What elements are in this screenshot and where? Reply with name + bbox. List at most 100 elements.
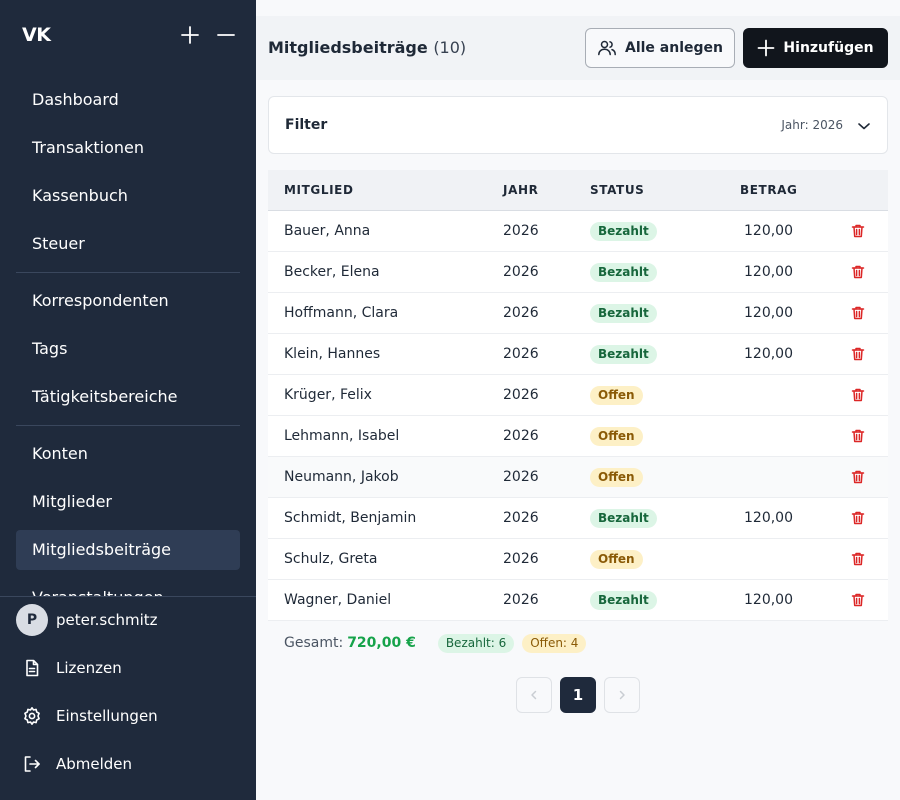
cell-year: 2026 — [503, 264, 539, 280]
trash-icon[interactable] — [850, 428, 866, 444]
plus-icon[interactable] — [179, 24, 201, 46]
cell-amount: 120,00 — [744, 264, 793, 280]
chevron-right-icon — [616, 689, 628, 701]
sidebar-item-tags[interactable]: Tags — [16, 329, 240, 369]
table-row[interactable]: Klein, Hannes 2026 Bezahlt 120,00 — [268, 334, 888, 375]
summary-label: Gesamt: — [284, 635, 344, 651]
cell-year: 2026 — [503, 551, 539, 567]
cell-amount: 120,00 — [744, 346, 793, 362]
cell-member: Becker, Elena — [284, 264, 380, 280]
column-header-status[interactable]: STATUS — [590, 183, 644, 197]
trash-icon[interactable] — [850, 264, 866, 280]
table-row[interactable]: Krüger, Felix 2026 Offen — [268, 375, 888, 416]
plus-icon — [757, 39, 775, 57]
page-title-count: (10) — [433, 38, 467, 57]
cell-year: 2026 — [503, 469, 539, 485]
logout-icon — [22, 754, 42, 774]
logout-link[interactable]: Abmelden — [22, 752, 132, 776]
licenses-link[interactable]: Lizenzen — [22, 656, 122, 680]
pagination-prev-button[interactable] — [516, 677, 552, 713]
logout-label: Abmelden — [56, 755, 133, 773]
cell-amount: 120,00 — [744, 510, 793, 526]
filter-year-value: Jahr: 2026 — [781, 118, 843, 132]
table-row[interactable]: Wagner, Daniel 2026 Bezahlt 120,00 — [268, 580, 888, 621]
trash-icon[interactable] — [850, 346, 866, 362]
column-header-year[interactable]: JAHR — [503, 183, 538, 197]
sidebar-nav: Dashboard Transaktionen Kassenbuch Steue… — [16, 76, 240, 596]
status-badge: Offen — [590, 427, 643, 446]
cell-member: Schmidt, Benjamin — [284, 510, 417, 526]
status-badge: Bezahlt — [590, 263, 657, 282]
filter-panel[interactable]: Filter Jahr: 2026 — [268, 96, 888, 154]
column-header-member[interactable]: MITGLIED — [284, 183, 354, 197]
add-button[interactable]: Hinzufügen — [743, 28, 888, 68]
page-header: Mitgliedsbeiträge (10) Alle anlegen Hinz… — [256, 16, 900, 80]
trash-icon[interactable] — [850, 469, 866, 485]
sidebar-item-korrespondenten[interactable]: Korrespondenten — [16, 281, 240, 321]
minus-icon[interactable] — [215, 24, 237, 46]
page-title: Mitgliedsbeiträge (10) — [268, 38, 466, 57]
table-row[interactable]: Schmidt, Benjamin 2026 Bezahlt 120,00 — [268, 498, 888, 539]
sidebar-item-dashboard[interactable]: Dashboard — [16, 80, 240, 120]
summary-bar: Gesamt: 720,00 € Bezahlt: 6 Offen: 4 — [284, 633, 587, 653]
nav-divider — [16, 272, 240, 273]
sidebar: VK Dashboard Transaktionen Kassenbuch St… — [0, 0, 256, 800]
cell-year: 2026 — [503, 510, 539, 526]
pagination-page-current[interactable]: 1 — [560, 677, 596, 713]
table-row[interactable]: Hoffmann, Clara 2026 Bezahlt 120,00 — [268, 293, 888, 334]
main-content: Mitgliedsbeiträge (10) Alle anlegen Hinz… — [256, 0, 900, 800]
sidebar-item-steuer[interactable]: Steuer — [16, 224, 240, 264]
cell-member: Lehmann, Isabel — [284, 428, 400, 444]
document-icon — [22, 658, 42, 678]
pagination-next-button[interactable] — [604, 677, 640, 713]
trash-icon[interactable] — [850, 223, 866, 239]
column-header-amount[interactable]: BETRAG — [740, 183, 798, 197]
trash-icon[interactable] — [850, 592, 866, 608]
table-row[interactable]: Schulz, Greta 2026 Offen — [268, 539, 888, 580]
trash-icon[interactable] — [850, 510, 866, 526]
user-profile[interactable]: P peter.schmitz — [16, 604, 158, 636]
sidebar-item-mitgliedsbeitraege[interactable]: Mitgliedsbeiträge — [16, 530, 240, 570]
chevron-down-icon[interactable] — [857, 119, 871, 133]
create-all-label: Alle anlegen — [625, 40, 723, 56]
filter-title: Filter — [285, 117, 328, 133]
sidebar-item-kassenbuch[interactable]: Kassenbuch — [16, 176, 240, 216]
avatar: P — [16, 604, 48, 636]
create-all-button[interactable]: Alle anlegen — [585, 28, 735, 68]
sidebar-item-mitglieder[interactable]: Mitglieder — [16, 482, 240, 522]
trash-icon[interactable] — [850, 387, 866, 403]
add-label: Hinzufügen — [783, 40, 874, 56]
users-icon — [597, 38, 617, 58]
gear-icon — [22, 706, 42, 726]
settings-link[interactable]: Einstellungen — [22, 704, 158, 728]
trash-icon[interactable] — [850, 551, 866, 567]
cell-year: 2026 — [503, 387, 539, 403]
summary-total: 720,00 € — [347, 635, 416, 651]
cell-member: Hoffmann, Clara — [284, 305, 399, 321]
table-header: MITGLIED JAHR STATUS BETRAG — [268, 170, 888, 211]
page-title-text: Mitgliedsbeiträge — [268, 38, 428, 57]
status-badge: Bezahlt — [590, 345, 657, 364]
cell-member: Klein, Hannes — [284, 346, 381, 362]
cell-year: 2026 — [503, 305, 539, 321]
cell-member: Krüger, Felix — [284, 387, 372, 403]
sidebar-item-konten[interactable]: Konten — [16, 434, 240, 474]
sidebar-item-transaktionen[interactable]: Transaktionen — [16, 128, 240, 168]
trash-icon[interactable] — [850, 305, 866, 321]
cell-amount: 120,00 — [744, 305, 793, 321]
status-badge: Offen — [590, 386, 643, 405]
username: peter.schmitz — [56, 611, 158, 629]
table-row[interactable]: Bauer, Anna 2026 Bezahlt 120,00 — [268, 211, 888, 252]
status-badge: Offen — [590, 550, 643, 569]
cell-year: 2026 — [503, 223, 539, 239]
chevron-left-icon — [528, 689, 540, 701]
table-row[interactable]: Neumann, Jakob 2026 Offen — [268, 457, 888, 498]
table-row[interactable]: Lehmann, Isabel 2026 Offen — [268, 416, 888, 457]
cell-year: 2026 — [503, 428, 539, 444]
sidebar-item-veranstaltungen[interactable]: Veranstaltungen — [16, 578, 240, 596]
summary-open-badge: Offen: 4 — [522, 633, 587, 653]
sidebar-item-taetigkeitsbereiche[interactable]: Tätigkeitsbereiche — [16, 377, 240, 417]
cell-year: 2026 — [503, 346, 539, 362]
cell-member: Wagner, Daniel — [284, 592, 392, 608]
table-row[interactable]: Becker, Elena 2026 Bezahlt 120,00 — [268, 252, 888, 293]
